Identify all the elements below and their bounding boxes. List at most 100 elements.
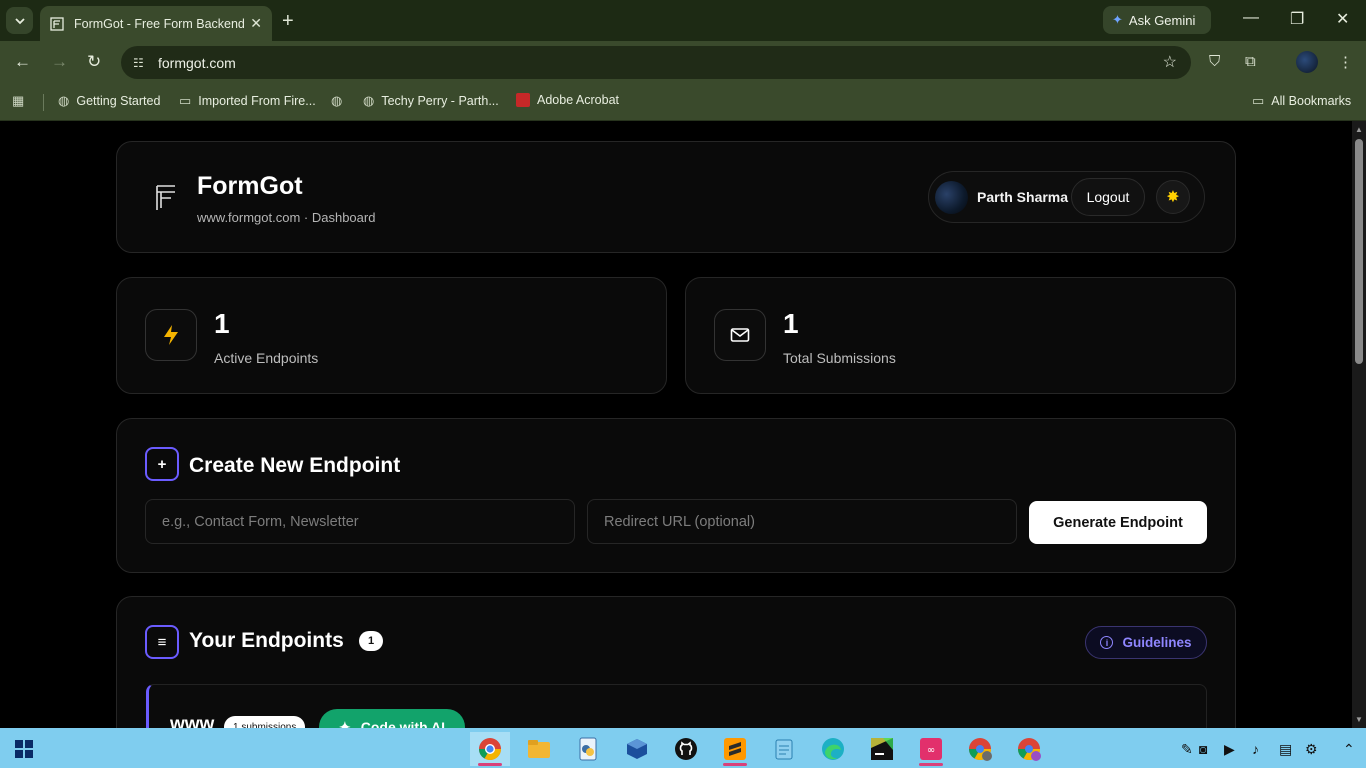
bookmark-label: Techy Perry - Parth... [381,94,499,108]
stat-value: 1 [214,308,230,339]
forward-arrow-icon[interactable]: → [51,52,68,72]
code-with-ai-label: Code with AI [360,719,445,728]
user-menu: Parth Sharma Logout ✸ [928,171,1205,223]
settings-gear-icon[interactable]: ⚙ [1305,741,1318,758]
jetbrains-icon[interactable] [862,732,902,766]
endpoint-name: www [170,714,215,728]
tab-search-button[interactable] [6,7,33,34]
bookmark-imported-folder[interactable]: ▭ Imported From Fire... [179,93,316,109]
virtualbox-icon[interactable] [617,732,657,766]
new-tab-icon[interactable]: + [282,10,294,33]
shield-icon[interactable]: ⛉ [1209,53,1220,70]
theme-toggle-sun-icon[interactable]: ✸ [1156,180,1190,214]
scroll-up-icon[interactable]: ▲ [1355,125,1363,134]
endpoints-card: ≡ Your Endpoints 1 i Guidelines www 1 su… [116,596,1236,728]
chrome-profile-h-icon[interactable] [960,732,1000,766]
address-bar[interactable]: ☷ formgot.com ☆ [121,46,1191,79]
edge-icon[interactable] [813,732,853,766]
scrollbar-thumb[interactable] [1355,139,1363,364]
bookmark-label: Getting Started [76,94,161,108]
avatar [935,181,968,214]
browser-tab-bar: FormGot - Free Form Backend S ✕ + ✦ Ask … [0,0,1366,41]
tab-close-icon[interactable]: ✕ [250,15,262,32]
notes-tray-icon[interactable]: ▤ [1279,741,1292,758]
bookmark-techy-perry[interactable]: ◍ Techy Perry - Parth... [363,93,499,109]
logout-button[interactable]: Logout [1071,178,1145,216]
acrobat-icon [516,93,530,107]
arduino-icon[interactable]: ∞ [911,732,951,766]
guidelines-label: Guidelines [1122,635,1192,650]
list-item[interactable]: www 1 submissions ✦ Code with AI [146,684,1207,728]
user-name: Parth Sharma [977,189,1069,205]
list-icon: ≡ [145,625,179,659]
page-scrollbar[interactable]: ▲ ▼ [1352,121,1366,728]
bookmark-adobe-acrobat[interactable]: Adobe Acrobat [516,93,619,107]
file-explorer-icon[interactable] [519,732,559,766]
site-settings-icon[interactable]: ☷ [133,56,151,70]
globe-icon: ◍ [363,93,375,108]
stat-value: 1 [783,308,799,339]
info-icon: i [1100,636,1114,649]
chrome-taskbar-icon[interactable] [470,732,510,766]
more-menu-icon[interactable]: ⋮ [1338,53,1353,71]
bookmarks-divider [43,94,44,111]
camera-tray-icon[interactable]: ◙ [1199,741,1207,757]
tray-chevron-up-icon[interactable]: ⌃ [1343,741,1355,758]
apps-grid-icon[interactable]: ▦ [12,93,31,109]
formgot-logo-icon [156,185,175,210]
bookmarks-bar: ▦ ◍ Getting Started ▭ Imported From Fire..… [0,84,1366,121]
endpoints-title: Your Endpoints [189,629,344,652]
microphone-tray-icon[interactable]: ♪ [1252,741,1259,757]
bookmark-getting-started[interactable]: ◍ Getting Started [58,93,160,109]
brand-title: FormGot [197,172,303,200]
sublime-text-icon[interactable] [715,732,755,766]
globe-icon: ◍ [331,93,343,108]
bookmark-label: Adobe Acrobat [537,93,620,107]
open-indicator [723,763,747,766]
browser-tab-active[interactable]: FormGot - Free Form Backend S ✕ [40,6,272,41]
minimize-icon[interactable]: — [1243,9,1259,27]
sparkle-icon: ✦ [339,718,351,729]
page-viewport: FormGot www.formgot.com · Dashboard Part… [0,121,1352,728]
scroll-down-icon[interactable]: ▼ [1355,715,1363,724]
chevron-down-icon [14,17,25,24]
notepad-icon[interactable] [764,732,804,766]
bookmark-star-icon[interactable]: ☆ [1163,52,1177,72]
restore-icon[interactable]: ❐ [1290,9,1304,29]
browser-toolbar: ← → ↻ ☷ formgot.com ☆ ⛉ ⧉ ⋮ [0,41,1366,84]
profile-avatar[interactable] [1296,51,1318,73]
brand-subtitle: www.formgot.com · Dashboard [197,210,376,225]
github-icon[interactable] [666,732,706,766]
folder-icon: ▭ [1252,93,1265,108]
all-bookmarks-label: All Bookmarks [1271,94,1352,108]
reload-icon[interactable]: ↻ [87,52,101,72]
dashboard-header: FormGot www.formgot.com · Dashboard Part… [116,141,1236,253]
ask-gemini-label: Ask Gemini [1128,12,1196,28]
all-bookmarks[interactable]: ▭ All Bookmarks [1252,93,1351,109]
stat-total-submissions: 1 Total Submissions [685,277,1236,394]
back-arrow-icon[interactable]: ← [14,52,31,72]
endpoint-name-input[interactable] [145,499,575,544]
svg-text:∞: ∞ [927,745,935,756]
windows-taskbar: ∞ ✎ ◙ ▶ ♪ ▤ ⚙ ⌃ [0,728,1366,768]
ask-gemini-button[interactable]: ✦ Ask Gemini [1103,6,1211,34]
open-indicator [919,763,943,766]
address-url: formgot.com [158,54,236,71]
code-with-ai-button[interactable]: ✦ Code with AI [319,709,465,728]
video-tray-icon[interactable]: ▶ [1224,741,1235,758]
active-indicator [478,763,502,766]
start-windows-icon[interactable] [4,732,44,766]
extensions-puzzle-icon[interactable]: ⧉ [1245,53,1256,70]
guidelines-button[interactable]: i Guidelines [1085,626,1207,659]
window-close-icon[interactable]: ✕ [1336,9,1349,29]
stat-label: Active Endpoints [214,350,319,366]
bookmark-globe[interactable]: ◍ [331,93,349,109]
endpoints-count-badge: 1 [359,631,383,651]
redirect-url-input[interactable] [587,499,1017,544]
globe-icon: ◍ [58,93,70,108]
bookmark-label: Imported From Fire... [198,94,316,108]
python-file-icon[interactable] [568,732,608,766]
generate-endpoint-button[interactable]: Generate Endpoint [1029,501,1207,544]
chrome-profile-f-icon[interactable] [1009,732,1049,766]
pen-tray-icon[interactable]: ✎ [1181,741,1193,758]
